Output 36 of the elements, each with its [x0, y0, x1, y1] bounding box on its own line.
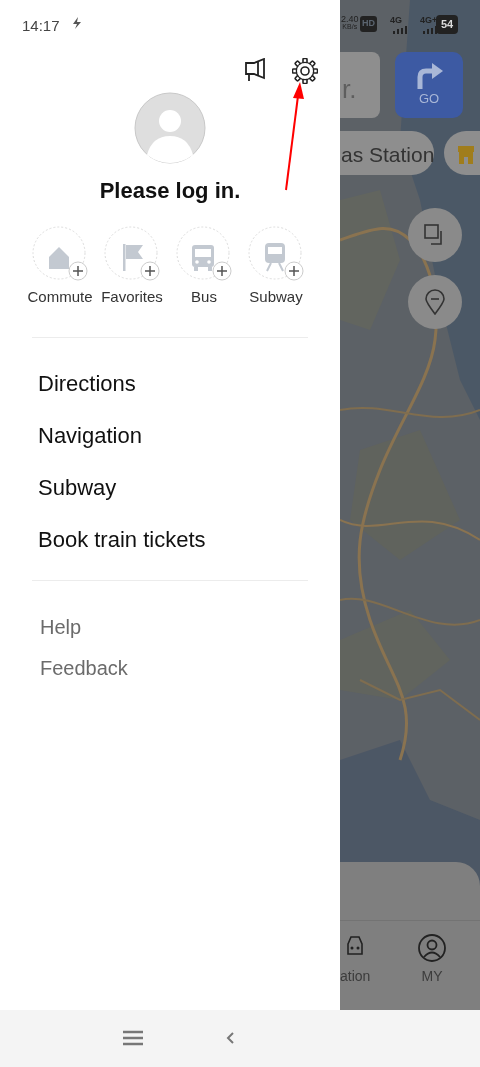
- shortcut-button[interactable]: [248, 226, 304, 282]
- back-icon[interactable]: [226, 1032, 234, 1044]
- shortcut-button[interactable]: [104, 226, 160, 282]
- signal-icon: [392, 26, 408, 34]
- menu-item[interactable]: Book train tickets: [38, 523, 206, 556]
- megaphone-icon[interactable]: [244, 58, 268, 82]
- shortcut-button[interactable]: [176, 226, 232, 282]
- charging-icon: [72, 17, 82, 29]
- signal-icon: [422, 26, 438, 34]
- hd-badge: HD: [360, 16, 377, 32]
- shortcut-label: Bus: [191, 287, 217, 307]
- battery-level: 54: [436, 15, 459, 34]
- signal-label: 4G+: [420, 14, 438, 27]
- shortcut-button[interactable]: [32, 226, 88, 282]
- shortcut-label: Commute: [27, 287, 93, 307]
- settings-icon[interactable]: [292, 58, 318, 84]
- go-button[interactable]: GO: [395, 52, 463, 118]
- store-icon: [458, 145, 474, 164]
- menu-icon[interactable]: [122, 1030, 144, 1046]
- avatar-icon[interactable]: [134, 92, 206, 164]
- network-speed-value: 2.40: [341, 15, 359, 23]
- signal-label: 4G: [390, 14, 402, 27]
- shortcut-label: Subway: [249, 287, 303, 307]
- status-time: 14:17: [22, 16, 60, 36]
- login-prompt[interactable]: Please log in.: [0, 174, 340, 207]
- menu-item[interactable]: Help: [40, 612, 82, 642]
- nav-tab[interactable]: MY: [418, 934, 446, 987]
- menu-item[interactable]: Feedback: [40, 653, 128, 683]
- shortcut-label: Favorites: [101, 287, 163, 307]
- nav-tab[interactable]: ation: [340, 934, 371, 987]
- person-icon: [418, 934, 446, 962]
- map-pin-icon: [425, 289, 445, 315]
- menu-item[interactable]: Navigation: [38, 419, 142, 452]
- menu-item[interactable]: Subway: [38, 471, 117, 504]
- category-chip[interactable]: as Station: [340, 131, 434, 175]
- menu-item[interactable]: Directions: [38, 367, 136, 400]
